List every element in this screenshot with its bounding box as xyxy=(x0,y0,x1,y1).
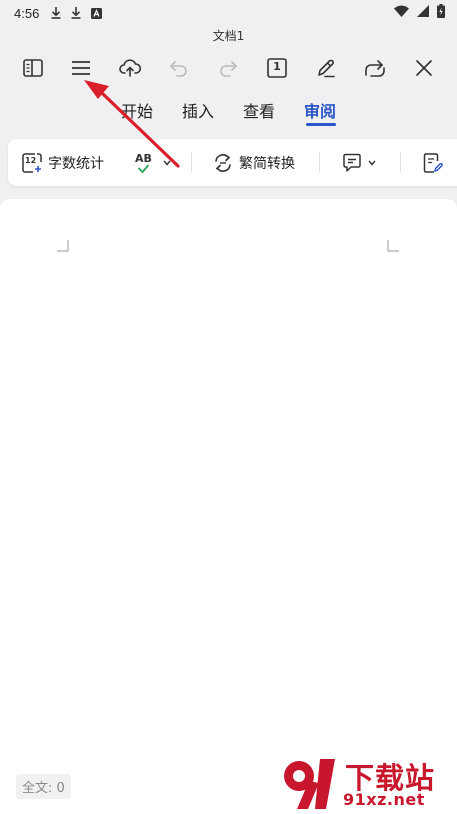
menu-icon xyxy=(71,60,91,76)
redo-button[interactable] xyxy=(212,52,244,84)
word-count-status[interactable]: 全文: 0 xyxy=(16,774,71,799)
download-icon xyxy=(51,7,61,19)
edit-button[interactable] xyxy=(310,52,342,84)
sidebar-toggle-button[interactable] xyxy=(17,52,49,84)
status-time: 4:56 xyxy=(14,5,40,21)
undo-icon xyxy=(169,59,189,77)
watermark-logo-icon xyxy=(284,759,335,809)
tab-start[interactable]: 开始 xyxy=(121,98,153,122)
document-page[interactable] xyxy=(0,199,457,814)
tab-view[interactable]: 查看 xyxy=(243,98,275,122)
chevron-down-icon xyxy=(163,160,171,166)
app-badge-icon xyxy=(91,7,103,19)
tab-review[interactable]: 审阅 xyxy=(304,98,336,122)
menu-button[interactable] xyxy=(65,52,97,84)
status-bar: 4:56 xyxy=(0,0,457,26)
top-toolbar: 1 xyxy=(0,52,457,84)
word-count-badge: 12 xyxy=(25,155,37,165)
close-icon xyxy=(415,59,433,77)
review-ribbon: 12 字数统计 AB 繁简转换 xyxy=(8,139,457,186)
share-button[interactable] xyxy=(359,52,391,84)
margin-mark-top-right xyxy=(387,240,399,252)
page-count-icon: 1 xyxy=(267,58,287,78)
word-count-button[interactable]: 12 字数统计 xyxy=(22,139,104,186)
comment-icon xyxy=(342,153,362,173)
download-icon xyxy=(71,7,81,19)
battery-charging-icon xyxy=(437,4,445,18)
share-icon xyxy=(364,58,386,78)
site-watermark: 下载站 91xz.net xyxy=(279,755,451,811)
page-count-button[interactable]: 1 xyxy=(261,52,293,84)
word-count-label: 字数统计 xyxy=(48,155,104,172)
redo-icon xyxy=(218,59,238,77)
wifi-icon xyxy=(394,5,409,17)
cloud-upload-icon xyxy=(119,59,141,77)
undo-button[interactable] xyxy=(163,52,195,84)
convert-icon xyxy=(213,153,233,173)
word-count-icon: 12 xyxy=(22,152,42,173)
document-edit-icon xyxy=(423,152,443,173)
tab-insert[interactable]: 插入 xyxy=(182,98,214,122)
status-right-icons xyxy=(394,4,445,18)
traditional-simplified-convert-button[interactable]: 繁简转换 xyxy=(213,139,295,186)
edit-pen-icon xyxy=(316,58,336,78)
status-left-icons xyxy=(51,7,103,19)
watermark-brand-bottom: 91xz.net xyxy=(343,790,425,809)
signal-icon xyxy=(417,5,429,17)
track-changes-button[interactable] xyxy=(423,139,443,186)
ribbon-divider xyxy=(319,152,320,173)
comment-button[interactable] xyxy=(342,139,376,186)
cloud-upload-button[interactable] xyxy=(114,52,146,84)
sidebar-icon xyxy=(23,59,43,77)
close-button[interactable] xyxy=(408,52,440,84)
ribbon-divider xyxy=(400,152,401,173)
ribbon-divider xyxy=(191,152,192,173)
spellcheck-button[interactable]: AB xyxy=(135,139,171,186)
spellcheck-icon: AB xyxy=(135,152,157,174)
chevron-down-icon xyxy=(368,160,376,166)
ribbon-tabs: 开始 插入 查看 审阅 xyxy=(0,98,457,128)
active-tab-indicator xyxy=(306,123,336,126)
margin-mark-top-left xyxy=(57,240,69,252)
page-number: 1 xyxy=(273,60,281,73)
document-title: 文档1 xyxy=(212,29,245,43)
convert-label: 繁简转换 xyxy=(239,155,295,172)
